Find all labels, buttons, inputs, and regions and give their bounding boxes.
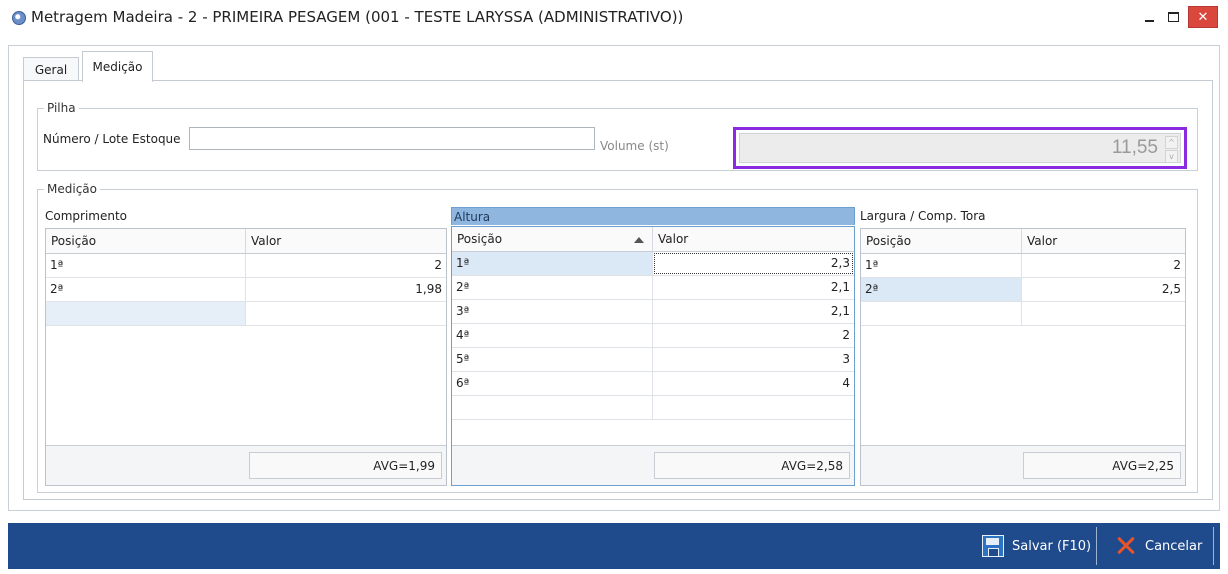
tab-label: Geral <box>34 62 68 77</box>
cancel-x-icon <box>1114 534 1138 558</box>
cell-valor-focused[interactable]: 2,3 <box>653 252 854 275</box>
table-row[interactable]: 6ª 4 <box>452 372 854 396</box>
close-icon: ✕ <box>1197 9 1209 25</box>
column-header-valor[interactable]: Valor <box>1022 229 1185 253</box>
table-row[interactable]: 1ª 2 <box>46 254 446 278</box>
cell-posicao[interactable] <box>861 302 1022 325</box>
spin-down-icon[interactable]: v <box>1165 150 1178 163</box>
altura-grid[interactable]: Posição Valor 1ª 2,3 2ª 2,1 3ª 2,1 4ª 2 … <box>451 226 855 486</box>
close-button[interactable]: ✕ <box>1188 6 1218 28</box>
tab-geral[interactable]: Geral <box>23 57 79 81</box>
window-title: Metragem Madeira - 2 - PRIMEIRA PESAGEM … <box>31 8 684 26</box>
cell-posicao[interactable]: 2ª <box>861 278 1022 301</box>
cell-valor[interactable]: 2 <box>246 254 446 277</box>
new-row[interactable] <box>452 396 854 420</box>
cell-posicao[interactable]: 1ª <box>452 252 653 275</box>
lote-label: Número / Lote Estoque <box>43 132 181 146</box>
column-header-valor[interactable]: Valor <box>246 229 446 253</box>
header-label: Posição <box>457 232 503 246</box>
cell-valor[interactable] <box>653 396 854 419</box>
table-row[interactable]: 5ª 3 <box>452 348 854 372</box>
cell-posicao[interactable] <box>46 302 246 325</box>
floppy-disk-icon <box>982 535 1004 557</box>
cell-posicao[interactable]: 1ª <box>46 254 246 277</box>
grid-body: 1ª 2 2ª 1,98 <box>46 254 446 326</box>
cell-posicao[interactable]: 2ª <box>452 276 653 299</box>
cell-valor[interactable] <box>1022 302 1185 325</box>
tab-label: Medição <box>92 60 143 74</box>
cell-posicao[interactable]: 5ª <box>452 348 653 371</box>
column-header-posicao[interactable]: Posição <box>452 227 653 251</box>
grid-body: 1ª 2 2ª 2,5 <box>861 254 1185 326</box>
pilha-legend: Pilha <box>44 101 79 115</box>
lote-input[interactable] <box>189 127 595 150</box>
table-row[interactable]: 4ª 2 <box>452 324 854 348</box>
grid-footer: AVG=1,99 <box>46 445 446 485</box>
column-header-posicao[interactable]: Posição <box>861 229 1022 253</box>
cell-valor[interactable] <box>246 302 446 325</box>
avg-summary: AVG=2,58 <box>654 452 850 479</box>
separator <box>1096 527 1097 565</box>
new-row[interactable] <box>46 302 446 326</box>
grid-footer: AVG=2,58 <box>452 445 854 485</box>
altura-caption: Altura <box>451 207 855 225</box>
volume-label: Volume (st) <box>600 139 669 153</box>
cell-valor[interactable]: 2 <box>653 324 854 347</box>
volume-value: 11,55 <box>1111 137 1158 158</box>
grid-footer: AVG=2,25 <box>861 445 1185 485</box>
grid-header: Posição Valor <box>452 227 854 252</box>
table-row[interactable]: 1ª 2 <box>861 254 1185 278</box>
cancel-button[interactable]: Cancelar <box>1114 529 1218 563</box>
save-label: Salvar (F10) <box>1012 538 1092 554</box>
column-header-posicao[interactable]: Posição <box>46 229 246 253</box>
sort-ascending-icon <box>634 237 644 243</box>
avg-summary: AVG=1,99 <box>249 452 442 479</box>
cell-valor[interactable]: 4 <box>653 372 854 395</box>
minimize-button[interactable] <box>1138 6 1160 28</box>
cell-valor[interactable]: 2,1 <box>653 300 854 323</box>
action-bar: Salvar (F10) Cancelar <box>8 523 1220 569</box>
cell-posicao[interactable]: 6ª <box>452 372 653 395</box>
cell-valor[interactable]: 1,98 <box>246 278 446 301</box>
cell-posicao[interactable] <box>452 396 653 419</box>
tab-medicao[interactable]: Medição <box>82 51 153 82</box>
new-row[interactable] <box>861 302 1185 326</box>
cell-posicao[interactable]: 1ª <box>861 254 1022 277</box>
title-bar: Metragem Madeira - 2 - PRIMEIRA PESAGEM … <box>0 0 1228 36</box>
app-globe-icon <box>12 11 26 25</box>
comprimento-caption: Comprimento <box>45 209 128 223</box>
separator <box>1213 527 1214 565</box>
table-row[interactable]: 3ª 2,1 <box>452 300 854 324</box>
cell-posicao[interactable]: 3ª <box>452 300 653 323</box>
medicao-legend: Medição <box>44 182 100 196</box>
cell-valor[interactable]: 2,1 <box>653 276 854 299</box>
column-header-valor[interactable]: Valor <box>653 227 854 251</box>
table-row-selected[interactable]: 1ª 2,3 <box>452 252 854 276</box>
cell-valor[interactable]: 3 <box>653 348 854 371</box>
cell-valor[interactable]: 2 <box>1022 254 1185 277</box>
spin-up-icon[interactable]: ^ <box>1165 136 1178 149</box>
largura-caption: Largura / Comp. Tora <box>860 209 986 223</box>
cell-valor[interactable]: 2,5 <box>1022 278 1185 301</box>
cell-posicao[interactable]: 4ª <box>452 324 653 347</box>
grid-body: 1ª 2,3 2ª 2,1 3ª 2,1 4ª 2 5ª 3 6ª 4 <box>452 252 854 420</box>
cancel-label: Cancelar <box>1145 538 1203 554</box>
avg-summary: AVG=2,25 <box>1023 452 1181 479</box>
table-row[interactable]: 2ª 1,98 <box>46 278 446 302</box>
grid-header: Posição Valor <box>861 229 1185 254</box>
largura-grid[interactable]: Posição Valor 1ª 2 2ª 2,5 AVG=2,25 <box>860 228 1186 486</box>
grid-header: Posição Valor <box>46 229 446 254</box>
cell-posicao[interactable]: 2ª <box>46 278 246 301</box>
save-button[interactable]: Salvar (F10) <box>974 529 1096 563</box>
volume-input[interactable]: 11,55 ^ v <box>739 133 1181 163</box>
volume-field[interactable]: 11,55 ^ v <box>733 127 1187 169</box>
maximize-button[interactable] <box>1162 6 1184 28</box>
comprimento-grid[interactable]: Posição Valor 1ª 2 2ª 1,98 AVG=1,99 <box>45 228 447 486</box>
table-row[interactable]: 2ª 2,1 <box>452 276 854 300</box>
table-row-selected[interactable]: 2ª 2,5 <box>861 278 1185 302</box>
